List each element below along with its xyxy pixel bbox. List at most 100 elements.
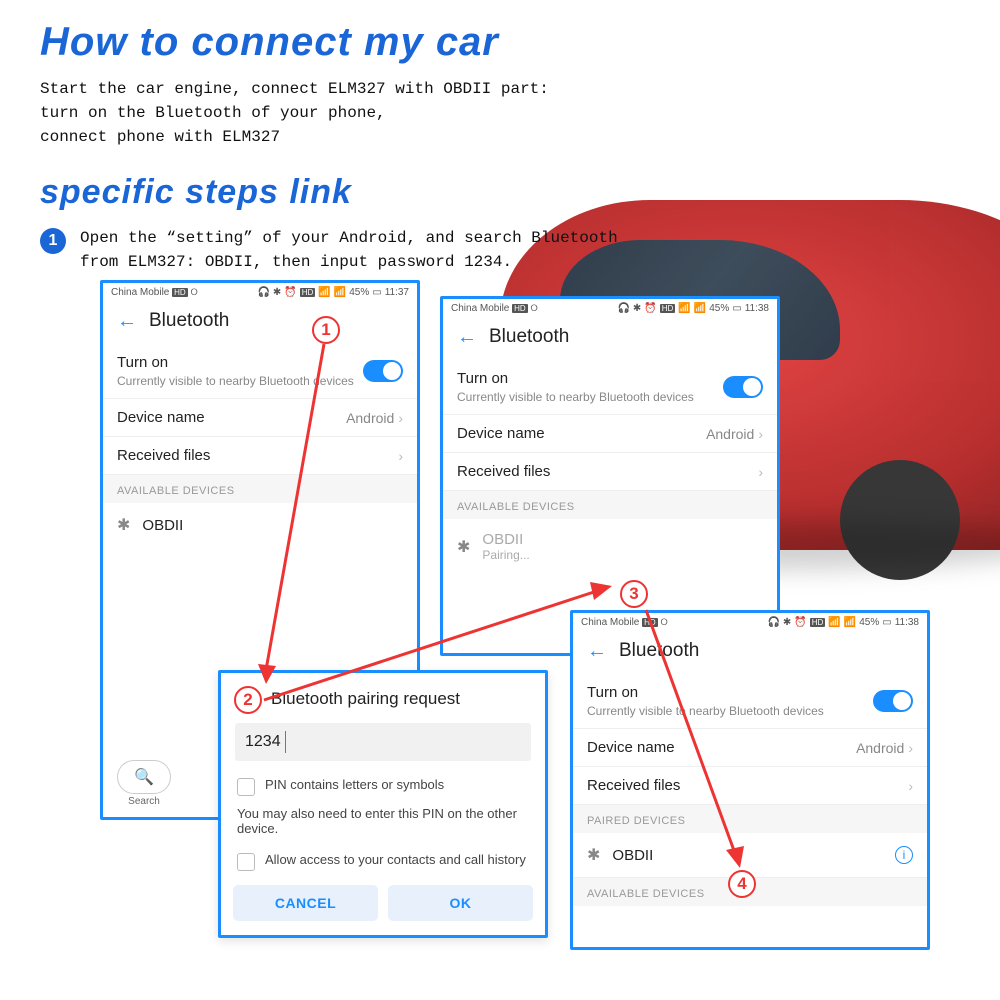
bluetooth-header: ← Bluetooth (443, 316, 777, 360)
step-1-line: Open the “setting” of your Android, and … (80, 226, 618, 250)
bluetooth-icon: ✱ (587, 845, 600, 865)
device-name-label: Device name (457, 425, 545, 442)
device-name: OBDII (142, 517, 183, 534)
step-1-row: 1 Open the “setting” of your Android, an… (40, 226, 960, 274)
intro-line: connect phone with ELM327 (40, 125, 960, 149)
checkbox-icon[interactable] (237, 778, 255, 796)
received-files-label: Received files (117, 447, 210, 464)
status-time: 11:38 (745, 303, 769, 314)
signal-icon: 📶 (694, 303, 706, 314)
wifi-icon: 📶 (678, 303, 690, 314)
back-arrow-icon[interactable]: ← (457, 327, 477, 347)
status-right: 🎧 ✱⏰ HD 📶 📶 45% ▭ 11:38 (617, 303, 769, 314)
arrow-3-to-4 (640, 606, 760, 876)
wifi-icon: 📶 (828, 617, 840, 628)
received-files-label: Received files (457, 463, 550, 480)
device-name-value: Android (346, 410, 394, 426)
status-right: 🎧✱⏰ HD 📶📶 45% ▭ 11:38 (767, 617, 919, 628)
step-bullet-1: 1 (40, 228, 66, 254)
headphone-icon: 🎧 (617, 303, 629, 314)
device-name: OBDII (482, 531, 529, 548)
alarm-icon: ⏰ (644, 303, 656, 314)
pairing-dialog: Bluetooth pairing request 1234 PIN conta… (218, 670, 548, 938)
info-icon[interactable]: i (895, 846, 913, 864)
step-1-line: from ELM327: OBDII, then input password … (80, 250, 618, 274)
allow-contacts-checkbox-row[interactable]: Allow access to your contacts and call h… (221, 846, 545, 877)
bluetooth-header: ← Bluetooth (103, 300, 417, 344)
dialog-note: You may also need to enter this PIN on t… (221, 802, 545, 846)
callout-4: 4 (728, 870, 756, 898)
turn-on-label: Turn on (457, 370, 508, 387)
alarm-icon: ⏰ (284, 287, 296, 298)
alarm-icon: ⏰ (794, 617, 806, 628)
battery-pct: 45% (349, 287, 369, 298)
battery-icon: ▭ (732, 303, 741, 314)
hd-badge-icon: HD (660, 304, 676, 313)
back-arrow-icon[interactable]: ← (117, 311, 137, 331)
callout-2: 2 (234, 686, 262, 714)
available-devices-header: AVAILABLE DEVICES (443, 491, 777, 519)
checkbox-label: Allow access to your contacts and call h… (265, 852, 526, 867)
chevron-right-icon: › (908, 740, 913, 756)
hd-badge-icon: HD (810, 618, 826, 627)
bluetooth-status-icon: ✱ (633, 303, 641, 314)
bluetooth-toggle[interactable] (723, 376, 763, 398)
arrow-2-to-3 (260, 580, 620, 710)
ok-button[interactable]: OK (388, 885, 533, 921)
status-bar: China Mobile HD ୦ 🎧 ✱ ⏰ HD 📶 📶 45% ▭ 11:… (103, 283, 417, 300)
status-time: 11:38 (895, 617, 919, 628)
intro-line: Start the car engine, connect ELM327 wit… (40, 77, 960, 101)
chevron-right-icon: › (398, 410, 403, 426)
header-title: Bluetooth (149, 310, 229, 332)
chevron-right-icon: › (398, 448, 403, 464)
headphone-icon: 🎧 (257, 287, 269, 298)
battery-icon: ▭ (882, 617, 891, 628)
checkbox-icon[interactable] (237, 853, 255, 871)
device-name-row[interactable]: Device name Android› (443, 415, 777, 453)
turn-on-label: Turn on (117, 354, 168, 371)
turn-on-subtitle: Currently visible to nearby Bluetooth de… (457, 390, 694, 404)
search-label: Search (128, 796, 160, 807)
pin-value: 1234 (245, 733, 281, 750)
swirl-icon: ୦ (191, 287, 198, 298)
device-name-label: Device name (117, 409, 205, 426)
received-files-row[interactable]: Received files › (443, 453, 777, 491)
device-name-value: Android (706, 426, 754, 442)
bluetooth-icon: ✱ (457, 537, 470, 557)
device-obdii-pairing-row[interactable]: ✱ OBDII Pairing... (443, 519, 777, 574)
device-name-value: Android (856, 740, 904, 756)
carrier-label: China Mobile HD ୦ (111, 287, 198, 298)
bluetooth-status-icon: ✱ (273, 287, 281, 298)
step-1-text: Open the “setting” of your Android, and … (80, 226, 618, 274)
pin-letters-checkbox-row[interactable]: PIN contains letters or symbols (221, 771, 545, 802)
turn-on-row: Turn on Currently visible to nearby Blue… (443, 360, 777, 415)
search-icon: 🔍 (134, 767, 154, 787)
section-subtitle: specific steps link (40, 173, 960, 212)
swirl-icon: ୦ (531, 303, 538, 314)
battery-icon: ▭ (372, 287, 381, 298)
hd-badge-icon: HD (512, 304, 528, 313)
pairing-status: Pairing... (482, 548, 529, 562)
bluetooth-toggle[interactable] (363, 360, 403, 382)
hd-badge-icon: HD (172, 288, 188, 297)
headphone-icon: 🎧 (767, 617, 779, 628)
status-bar: China Mobile HD ୦ 🎧✱⏰ HD 📶📶 45% ▭ 11:38 (443, 299, 777, 316)
bluetooth-toggle[interactable] (873, 690, 913, 712)
search-button[interactable]: 🔍 Search (117, 760, 171, 807)
chevron-right-icon: › (758, 426, 763, 442)
battery-pct: 45% (859, 617, 879, 628)
hd-badge-icon: HD (300, 288, 316, 297)
bluetooth-icon: ✱ (117, 515, 130, 535)
cancel-button[interactable]: CANCEL (233, 885, 378, 921)
chevron-right-icon: › (758, 464, 763, 480)
intro-text: Start the car engine, connect ELM327 wit… (40, 77, 960, 149)
signal-icon: 📶 (844, 617, 856, 628)
signal-icon: 📶 (334, 287, 346, 298)
battery-pct: 45% (709, 303, 729, 314)
page-title: How to connect my car (40, 20, 960, 65)
status-right: 🎧 ✱ ⏰ HD 📶 📶 45% ▭ 11:37 (257, 287, 409, 298)
callout-1: 1 (312, 316, 340, 344)
pin-input[interactable]: 1234 (235, 723, 531, 761)
wifi-icon: 📶 (318, 287, 330, 298)
checkbox-label: PIN contains letters or symbols (265, 777, 444, 792)
